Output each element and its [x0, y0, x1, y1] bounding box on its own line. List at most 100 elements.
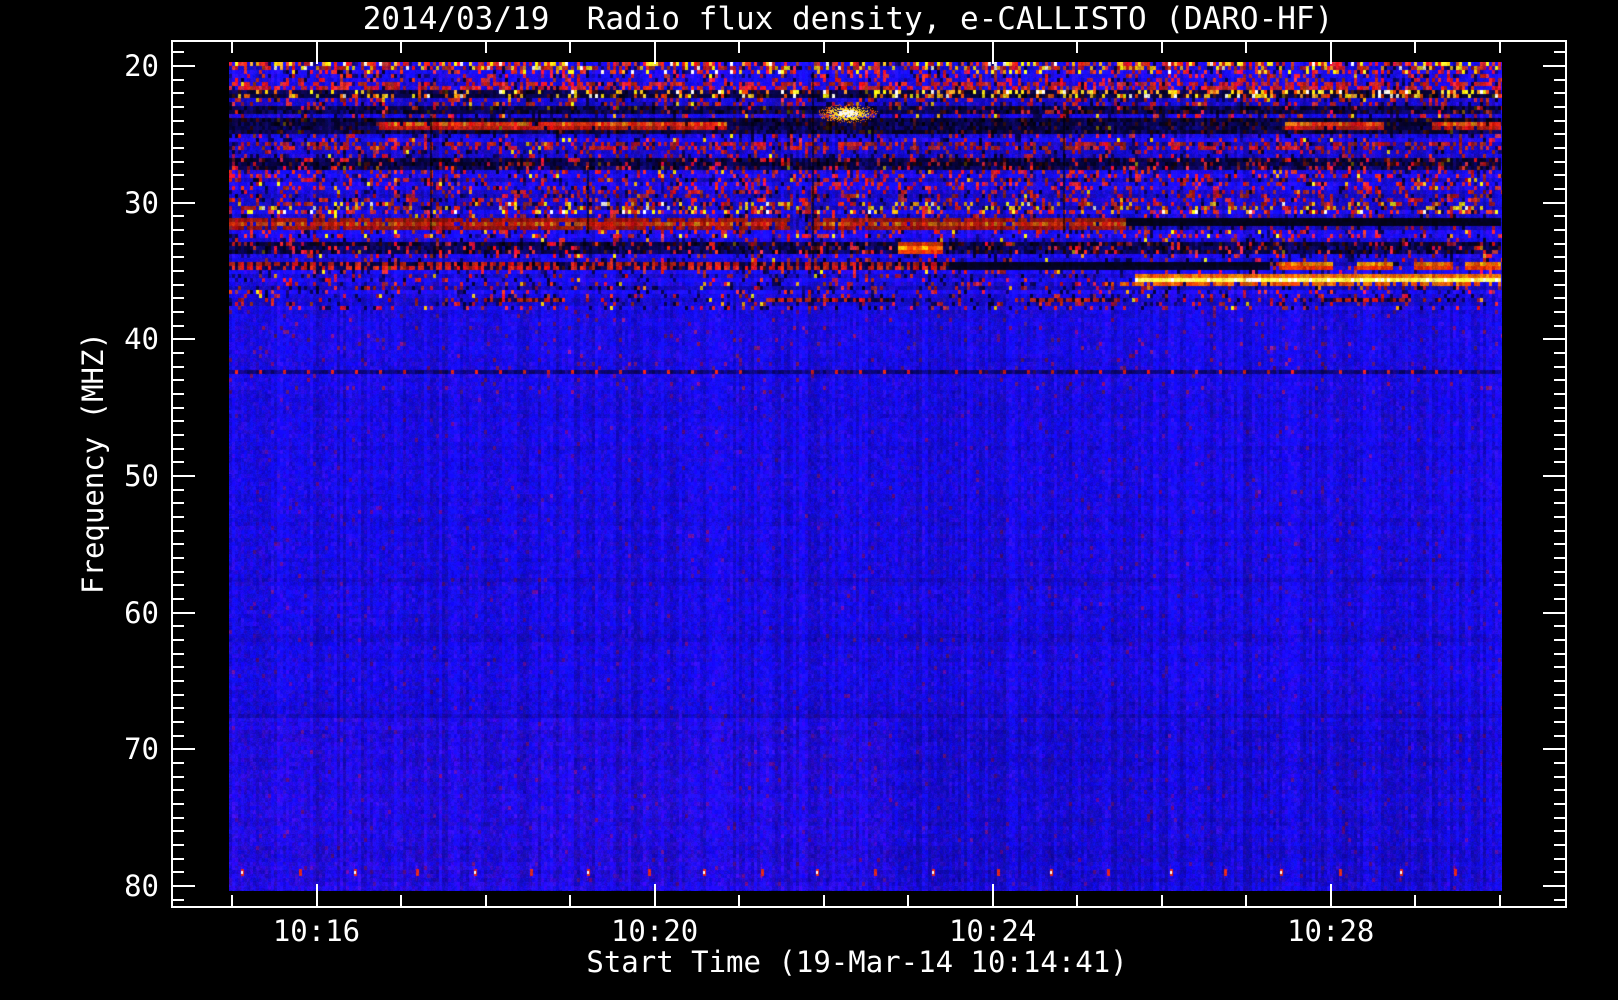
x-minor-tick-top — [907, 42, 909, 53]
y-minor-tick — [173, 762, 184, 764]
x-tick-label: 10:20 — [610, 914, 699, 948]
y-major-tick — [173, 202, 195, 204]
y-major-tick-right — [1543, 748, 1565, 750]
y-major-tick-right — [1543, 202, 1565, 204]
y-minor-tick-right — [1554, 352, 1565, 354]
y-minor-tick — [173, 133, 184, 135]
y-minor-tick — [173, 407, 184, 409]
y-minor-tick-right — [1554, 270, 1565, 272]
spectrogram-page: 2014/03/19 Radio flux density, e-CALLIST… — [0, 0, 1618, 1000]
y-minor-tick-right — [1554, 502, 1565, 504]
y-minor-tick — [173, 653, 184, 655]
y-minor-tick-right — [1554, 448, 1565, 450]
x-minor-tick — [1499, 895, 1501, 906]
y-minor-tick — [173, 215, 184, 217]
y-minor-tick — [173, 625, 184, 627]
y-minor-tick-right — [1554, 188, 1565, 190]
x-minor-tick-top — [400, 42, 402, 53]
x-major-tick — [654, 884, 656, 906]
y-minor-tick — [173, 311, 184, 313]
y-minor-tick — [173, 530, 184, 532]
x-tick-label: 10:16 — [272, 914, 361, 948]
x-major-tick-top — [1330, 42, 1332, 64]
chart-title: 2014/03/19 Radio flux density, e-CALLIST… — [362, 1, 1334, 37]
y-major-tick — [173, 748, 195, 750]
y-major-tick — [173, 475, 195, 477]
y-minor-tick — [173, 830, 184, 832]
y-minor-tick-right — [1554, 543, 1565, 545]
y-minor-tick-right — [1554, 899, 1565, 901]
x-major-tick — [992, 884, 994, 906]
y-tick-label: 80 — [124, 868, 159, 903]
y-minor-tick — [173, 51, 184, 53]
y-minor-tick — [173, 352, 184, 354]
y-minor-tick-right — [1554, 844, 1565, 846]
y-minor-tick-right — [1554, 735, 1565, 737]
y-minor-tick-right — [1554, 79, 1565, 81]
y-minor-tick-right — [1554, 51, 1565, 53]
y-minor-tick-right — [1554, 311, 1565, 313]
y-major-tick-right — [1543, 885, 1565, 887]
y-minor-tick — [173, 106, 184, 108]
y-minor-tick — [173, 871, 184, 873]
y-major-tick-right — [1543, 338, 1565, 340]
y-minor-tick — [173, 284, 184, 286]
y-minor-tick — [173, 434, 184, 436]
y-minor-tick — [173, 803, 184, 805]
y-minor-tick — [173, 639, 184, 641]
y-tick-label: 20 — [124, 48, 159, 83]
y-minor-tick-right — [1554, 789, 1565, 791]
x-minor-tick — [1076, 895, 1078, 906]
y-tick-label: 30 — [124, 185, 159, 220]
y-minor-tick — [173, 147, 184, 149]
x-axis-label: Start Time (19-Mar-14 10:14:41) — [586, 945, 1128, 979]
y-minor-tick-right — [1554, 379, 1565, 381]
y-minor-tick-right — [1554, 516, 1565, 518]
y-minor-tick-right — [1554, 284, 1565, 286]
x-minor-tick-top — [1245, 42, 1247, 53]
y-minor-tick — [173, 243, 184, 245]
x-minor-tick — [400, 895, 402, 906]
x-minor-tick — [1414, 895, 1416, 906]
y-minor-tick-right — [1554, 680, 1565, 682]
y-minor-tick — [173, 366, 184, 368]
y-minor-tick — [173, 229, 184, 231]
x-tick-label: 10:28 — [1287, 914, 1375, 948]
y-minor-tick — [173, 694, 184, 696]
y-minor-tick-right — [1554, 858, 1565, 860]
x-major-tick-top — [316, 42, 318, 64]
y-minor-tick-right — [1554, 366, 1565, 368]
y-minor-tick-right — [1554, 530, 1565, 532]
x-minor-tick — [231, 895, 233, 906]
y-minor-tick-right — [1554, 92, 1565, 94]
x-minor-tick-top — [485, 42, 487, 53]
y-major-tick-right — [1543, 475, 1565, 477]
x-major-tick-top — [654, 42, 656, 64]
y-minor-tick-right — [1554, 243, 1565, 245]
y-tick-label: 60 — [124, 595, 159, 630]
x-minor-tick-top — [823, 42, 825, 53]
y-major-tick — [173, 65, 195, 67]
y-minor-tick-right — [1554, 174, 1565, 176]
y-minor-tick-right — [1554, 817, 1565, 819]
y-major-tick-right — [1543, 612, 1565, 614]
y-minor-tick — [173, 557, 184, 559]
y-minor-tick — [173, 721, 184, 723]
y-minor-tick — [173, 776, 184, 778]
x-minor-tick-top — [569, 42, 571, 53]
x-minor-tick-top — [1499, 42, 1501, 53]
y-minor-tick — [173, 379, 184, 381]
x-minor-tick-top — [1076, 42, 1078, 53]
x-minor-tick — [823, 895, 825, 906]
y-minor-tick — [173, 297, 184, 299]
y-major-tick — [173, 885, 195, 887]
y-minor-tick-right — [1554, 803, 1565, 805]
y-major-tick — [173, 612, 195, 614]
y-minor-tick — [173, 188, 184, 190]
y-minor-tick — [173, 817, 184, 819]
x-major-tick — [316, 884, 318, 906]
y-minor-tick — [173, 120, 184, 122]
y-minor-tick — [173, 270, 184, 272]
y-minor-tick — [173, 489, 184, 491]
y-minor-tick — [173, 571, 184, 573]
